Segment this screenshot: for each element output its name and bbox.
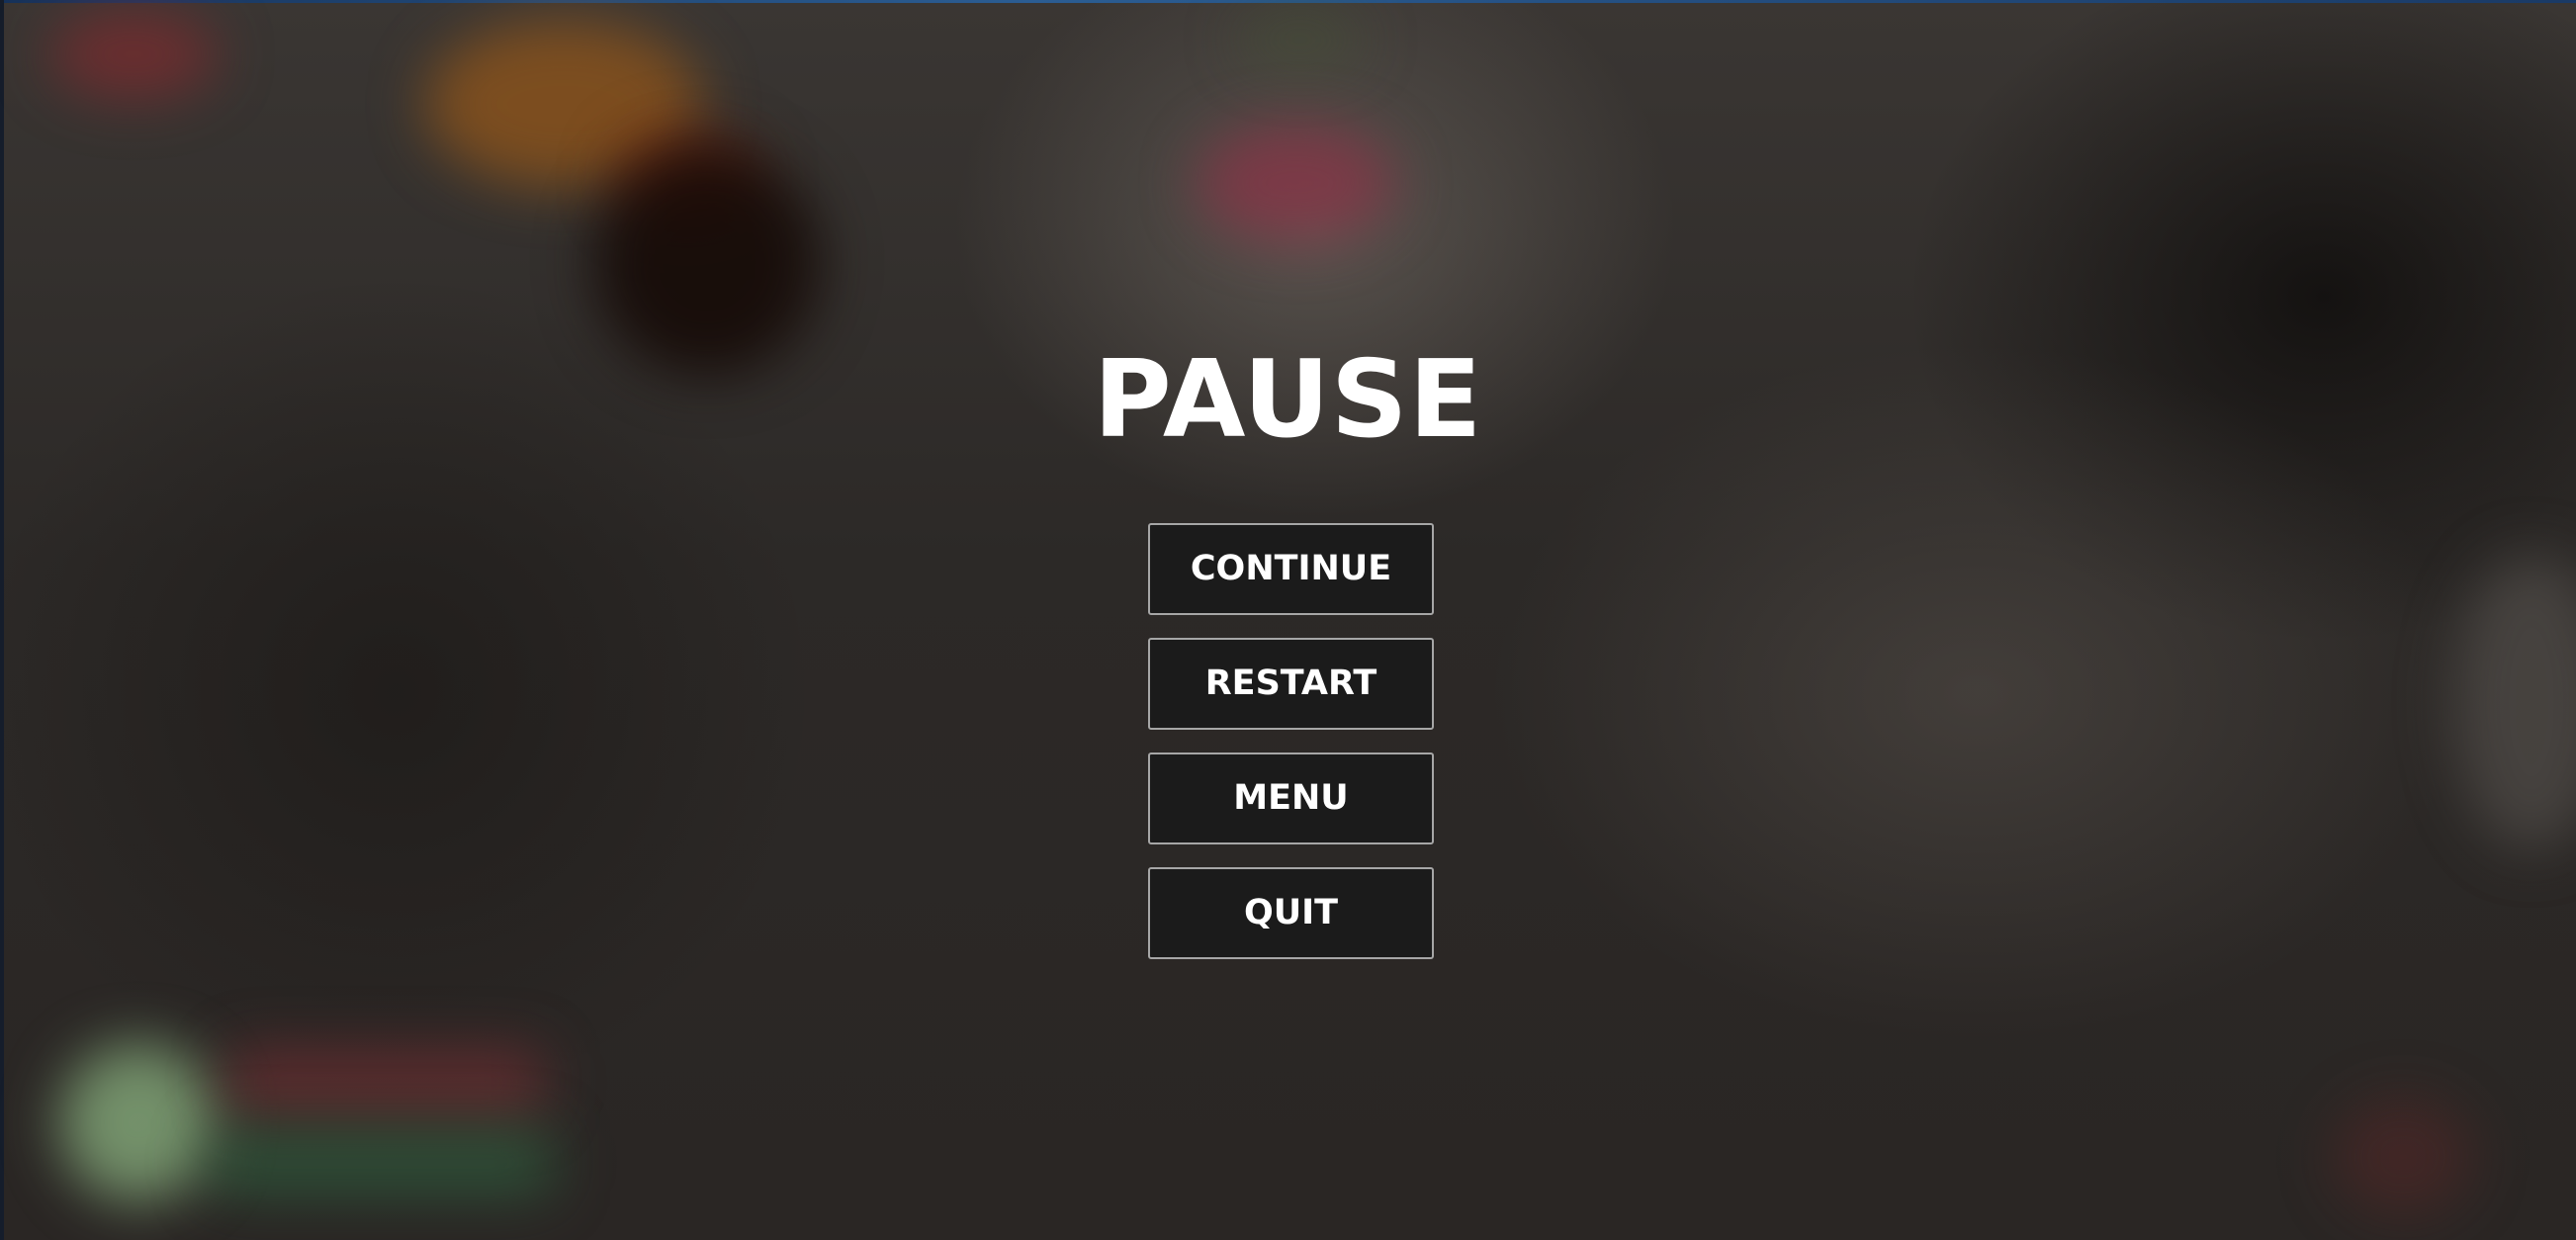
menu-button[interactable]: MENU [1148,753,1434,844]
blurred-scenery [1236,10,1365,69]
quit-button[interactable]: QUIT [1148,867,1434,959]
window-top-edge [0,0,2576,3]
blurred-hud-element [49,10,218,99]
window-left-edge [0,0,4,1240]
blurred-player-portrait [59,1043,218,1201]
pause-title: PAUSE [1093,338,1483,462]
blurred-health-bar [227,1048,544,1117]
restart-button[interactable]: RESTART [1148,638,1434,730]
blurred-enemy [1197,124,1394,242]
game-viewport: PAUSE CONTINUE RESTART MENU QUIT [0,0,2576,1240]
pause-menu: CONTINUE RESTART MENU QUIT [1148,523,1434,982]
blurred-stamina-bar [208,1127,554,1196]
continue-button[interactable]: CONTINUE [1148,523,1434,615]
blurred-wall [2452,554,2576,850]
blurred-scenery [2334,1098,2472,1216]
